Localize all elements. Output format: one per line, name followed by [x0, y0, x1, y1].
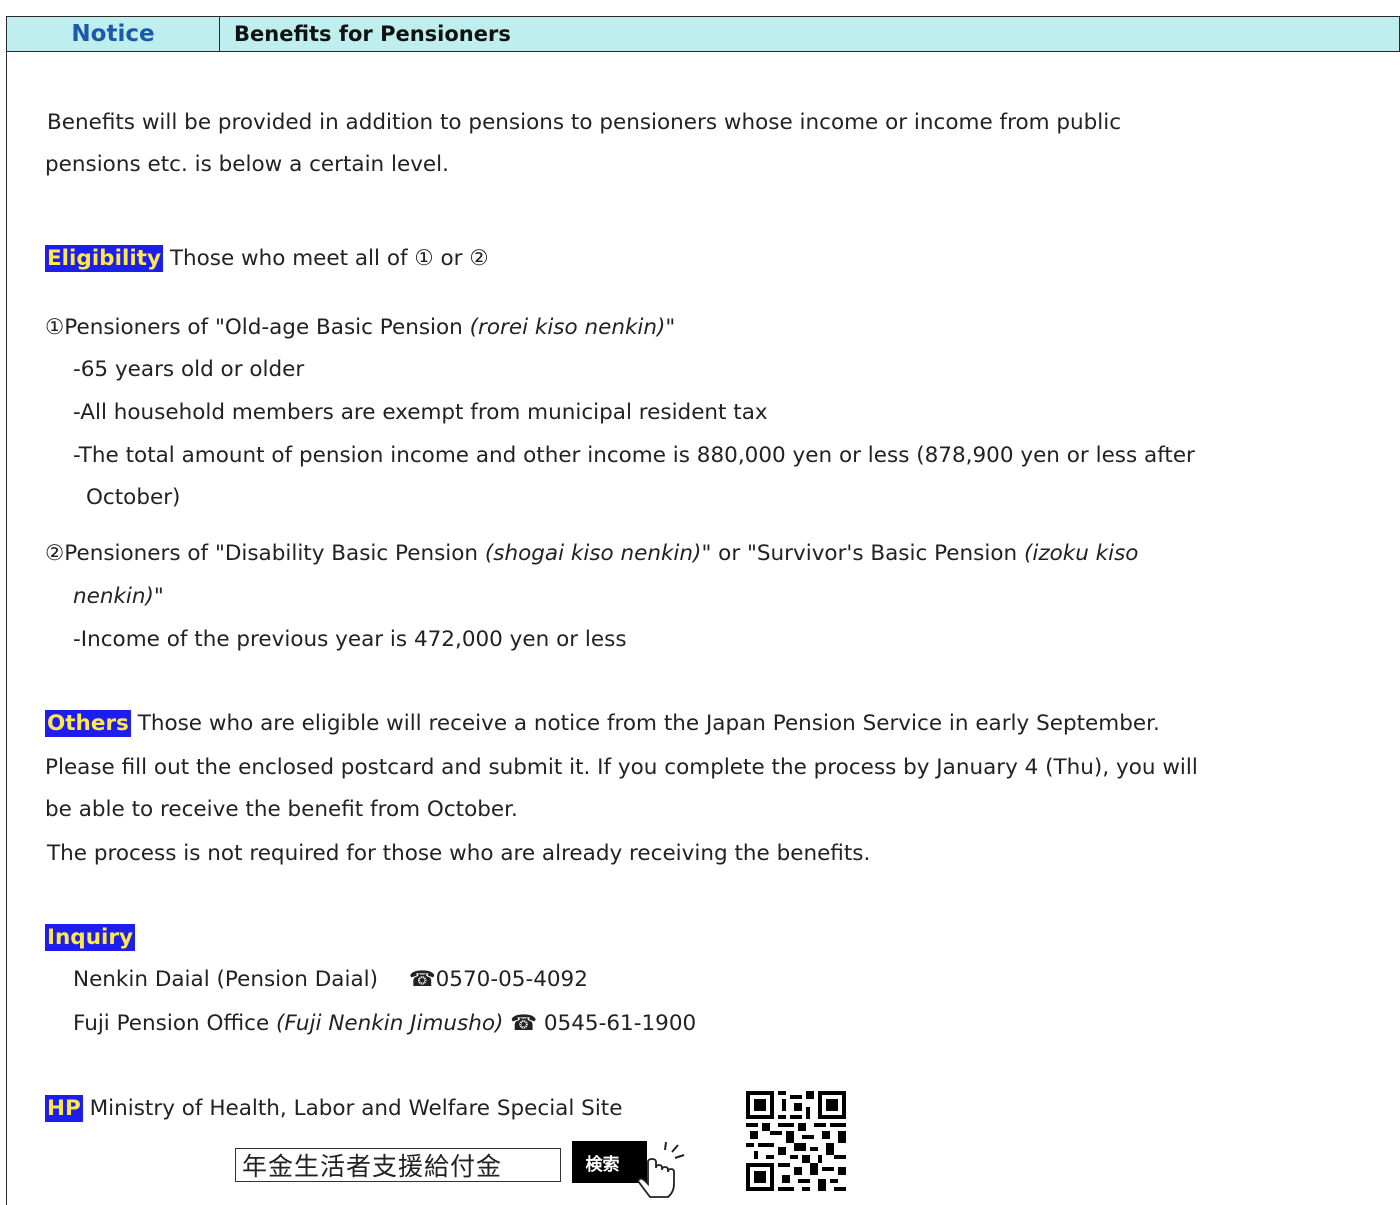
contact-1-name: Nenkin Daial (Pension Daial): [73, 967, 378, 992]
hp-line: HP Ministry of Health, Labor and Welfare…: [45, 1095, 623, 1122]
group2-heading-cont: nenkin)": [73, 584, 164, 609]
group1-heading: ①Pensioners of "Old-age Basic Pension (r…: [45, 315, 675, 340]
group2-heading-italic-2-cont: nenkin): [73, 584, 154, 609]
pointer-hand-icon: [636, 1141, 685, 1198]
hp-text: Ministry of Health, Labor and Welfare Sp…: [89, 1096, 623, 1121]
group2-item-1: -Income of the previous year is 472,000 …: [73, 627, 627, 652]
hp-tag: HP: [45, 1095, 83, 1122]
others-line-1: Others Those who are eligible will recei…: [45, 710, 1160, 737]
group1-item-3: -The total amount of pension income and …: [73, 443, 1195, 468]
group1-item-1: -65 years old or older: [73, 357, 305, 382]
others-text-1: Those who are eligible will receive a no…: [137, 711, 1160, 736]
intro-line-2: pensions etc. is below a certain level.: [45, 152, 449, 177]
contact-1-phone: ☎0570-05-4092: [408, 967, 588, 992]
search-input[interactable]: 年金生活者支援給付金: [235, 1148, 561, 1182]
eligibility-tag: Eligibility: [45, 245, 163, 272]
group2-heading-end: ": [153, 584, 164, 609]
intro-line-1: Benefits will be provided in addition to…: [47, 110, 1122, 135]
notice-label: Notice: [7, 17, 220, 51]
others-line-2: Please fill out the enclosed postcard an…: [45, 755, 1198, 780]
eligibility-line: Eligibility Those who meet all of ① or ②: [45, 245, 489, 272]
group2-heading-italic-2: (izoku kiso: [1023, 541, 1139, 566]
search-button-label: 検索: [585, 1154, 620, 1175]
inquiry-tag: Inquiry: [45, 924, 135, 951]
contact-2-name: Fuji Pension Office: [73, 1011, 277, 1036]
group1-heading-end: ": [665, 315, 676, 340]
contact-2-phone: ☎ 0545-61-1900: [503, 1011, 697, 1036]
group2-heading-italic-1: (shogai kiso nenkin): [484, 541, 702, 566]
others-tag: Others: [45, 710, 131, 737]
group1-item-2: -All household members are exempt from m…: [73, 400, 768, 425]
group2-heading: ②Pensioners of "Disability Basic Pension…: [45, 541, 1138, 566]
group2-heading-text: ②Pensioners of "Disability Basic Pension: [45, 541, 485, 566]
group1-heading-italic: (rorei kiso nenkin): [469, 315, 666, 340]
group1-heading-text: ①Pensioners of "Old-age Basic Pension: [45, 315, 470, 340]
others-line-3: be able to receive the benefit from Octo…: [45, 797, 518, 822]
group1-item-3-cont: October): [86, 485, 181, 510]
contact-2-italic: (Fuji Nenkin Jimusho): [276, 1011, 504, 1036]
inquiry-heading: Inquiry: [45, 924, 135, 951]
notice-header: Notice Benefits for Pensioners: [6, 16, 1400, 52]
inquiry-contact-1: Nenkin Daial (Pension Daial) ☎0570-05-40…: [73, 967, 588, 992]
others-line-4: The process is not required for those wh…: [47, 841, 871, 866]
inquiry-contact-2: Fuji Pension Office (Fuji Nenkin Jimusho…: [73, 1011, 696, 1036]
page-title: Benefits for Pensioners: [234, 22, 511, 46]
group2-heading-mid: " or "Survivor's Basic Pension: [701, 541, 1024, 566]
qr-code-icon: [746, 1091, 846, 1191]
eligibility-text: Those who meet all of ① or ②: [169, 246, 489, 271]
